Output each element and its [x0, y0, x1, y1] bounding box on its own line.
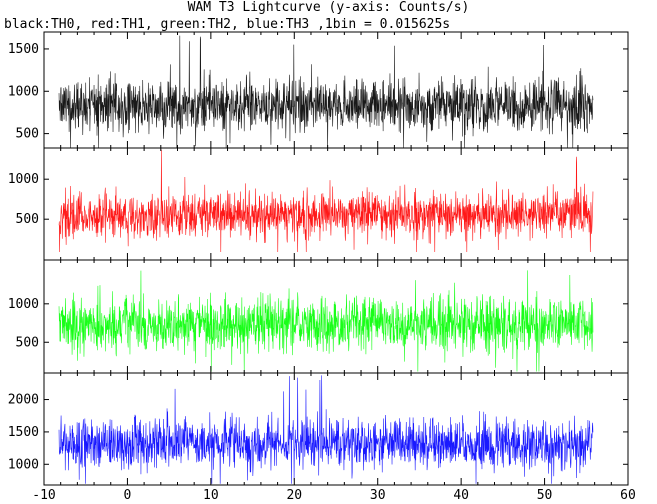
x-tick-label: 30 [370, 488, 386, 503]
panel-frame-3 [43, 372, 629, 486]
x-tick-label: 0 [124, 488, 132, 503]
y-tick-label: 500 [16, 127, 39, 142]
x-tick-label: 40 [453, 488, 469, 503]
lightcurve-chart: 5001000150050010005001000100015002000-10… [8, 31, 636, 503]
y-tick-label: 1500 [8, 42, 39, 57]
lightcurve-series-3 [58, 375, 594, 484]
y-tick-label: 500 [16, 212, 39, 227]
x-tick-label: 10 [203, 488, 219, 503]
y-tick-label: 2000 [8, 393, 39, 408]
lightcurve-series-2 [58, 270, 594, 372]
lightcurve-series-0 [58, 35, 594, 149]
x-tick-label: 50 [537, 488, 553, 503]
y-tick-label: 500 [16, 335, 39, 350]
x-tick-label: -10 [32, 488, 55, 503]
lightcurve-series-1 [58, 149, 594, 253]
y-tick-label: 1000 [8, 84, 39, 99]
y-tick-label: 1000 [8, 172, 39, 187]
y-tick-label: 1000 [8, 457, 39, 472]
y-tick-label: 1000 [8, 297, 39, 312]
y-tick-label: 1500 [8, 425, 39, 440]
x-tick-label: 60 [620, 488, 636, 503]
x-tick-label: 20 [286, 488, 302, 503]
